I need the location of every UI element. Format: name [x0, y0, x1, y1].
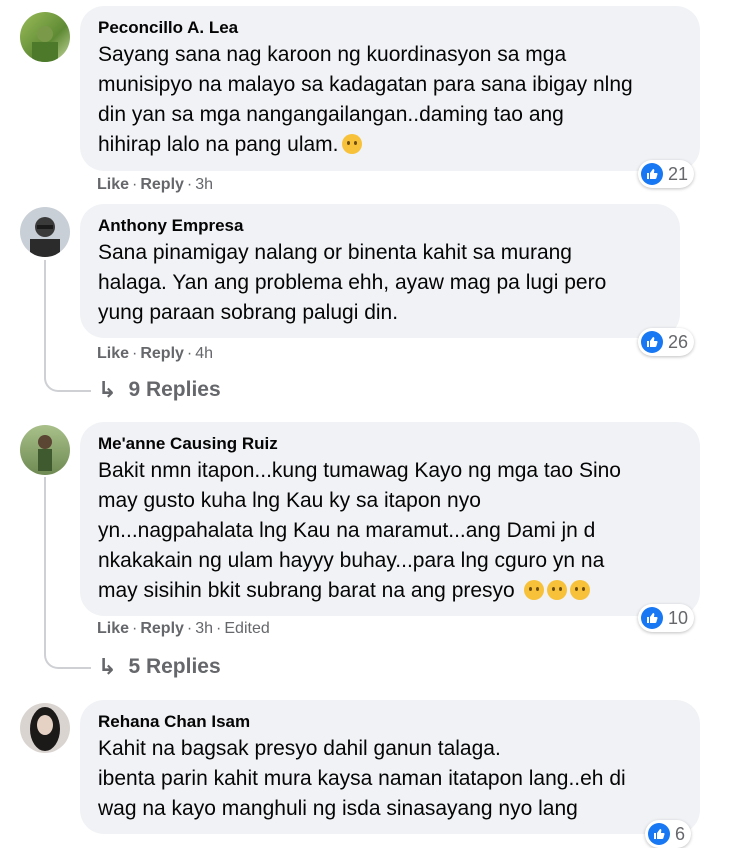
thread-connector: [44, 649, 91, 669]
like-link[interactable]: Like: [97, 620, 129, 637]
view-replies-link[interactable]: ↳ 9 Replies: [98, 377, 221, 403]
reply-link[interactable]: Reply: [140, 176, 184, 193]
comment-actions: Like · Reply · 3h: [97, 176, 214, 193]
avatar[interactable]: [20, 425, 70, 475]
reaction-number: 21: [668, 163, 689, 184]
comment-actions: Like · Reply · 4h: [97, 345, 214, 362]
comment-text: Sana pinamigay nalang or binenta kahit s…: [98, 241, 607, 324]
avatar[interactable]: [20, 703, 70, 753]
sad-emoji-icon: [546, 580, 567, 600]
reaction-count[interactable]: 21: [638, 160, 695, 188]
sad-emoji-icon: [523, 580, 544, 600]
avatar-image: [30, 707, 60, 751]
like-icon: [641, 163, 663, 185]
comment-bubble: Peconcillo A. Lea Sayang sana nag karoon…: [80, 6, 700, 171]
reaction-number: 10: [668, 607, 689, 628]
like-link[interactable]: Like: [97, 345, 129, 362]
thread-line: [44, 477, 46, 649]
comment-author[interactable]: Rehana Chan Isam: [98, 710, 682, 734]
comment-author[interactable]: Anthony Empresa: [98, 214, 662, 238]
comment-bubble: Rehana Chan Isam Kahit na bagsak presyo …: [80, 700, 700, 834]
reaction-count[interactable]: 6: [645, 820, 692, 848]
reaction-number: 26: [668, 331, 689, 352]
like-link[interactable]: Like: [97, 176, 129, 193]
replies-count: 5 Replies: [128, 655, 221, 678]
timestamp[interactable]: 4h: [195, 345, 213, 362]
replies-count: 9 Replies: [128, 378, 221, 401]
reply-link[interactable]: Reply: [140, 620, 184, 637]
sad-emoji-icon: [341, 134, 362, 154]
edited-label[interactable]: Edited: [224, 620, 269, 637]
avatar[interactable]: [20, 207, 70, 257]
thread-connector: [44, 372, 91, 392]
like-icon: [641, 331, 663, 353]
sad-emoji-icon: [569, 580, 590, 600]
comment-author[interactable]: Me'anne Causing Ruiz: [98, 432, 682, 456]
comment-text: Bakit nmn itapon...kung tumawag Kayo ng …: [98, 459, 621, 602]
timestamp[interactable]: 3h: [195, 176, 213, 193]
view-replies-link[interactable]: ↳ 5 Replies: [98, 654, 221, 680]
reaction-number: 6: [675, 823, 686, 844]
comment-text: Sayang sana nag karoon ng kuordinasyon s…: [98, 43, 633, 156]
like-icon: [648, 823, 670, 845]
reaction-count[interactable]: 26: [638, 328, 695, 356]
reaction-count[interactable]: 10: [638, 604, 695, 632]
avatar-image: [32, 26, 58, 62]
like-icon: [641, 607, 663, 629]
timestamp[interactable]: 3h: [195, 620, 213, 637]
reply-arrow-icon: ↳: [98, 377, 117, 402]
avatar-image: [38, 435, 52, 471]
avatar[interactable]: [20, 12, 70, 62]
comment-text: Kahit na bagsak presyo dahil ganun talag…: [98, 737, 626, 820]
comment-author[interactable]: Peconcillo A. Lea: [98, 16, 682, 40]
comment-bubble: Anthony Empresa Sana pinamigay nalang or…: [80, 204, 680, 338]
reply-link[interactable]: Reply: [140, 345, 184, 362]
comment-actions: Like · Reply · 3h · Edited: [97, 620, 270, 637]
thread-line: [44, 260, 46, 372]
comment-bubble: Me'anne Causing Ruiz Bakit nmn itapon...…: [80, 422, 700, 616]
reply-arrow-icon: ↳: [98, 654, 117, 679]
avatar-image: [30, 217, 60, 257]
